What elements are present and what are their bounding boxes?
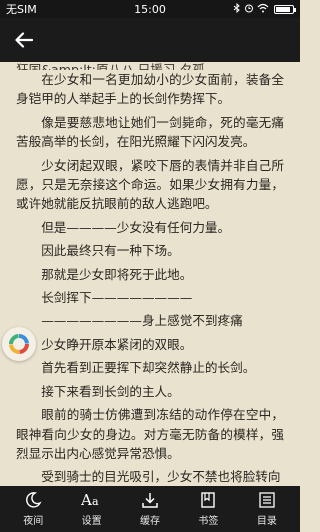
top-nav-bar [0,18,300,62]
cache-label: 缓存 [140,516,161,527]
toc-button[interactable]: 目录 [238,486,296,532]
paragraph: ————————身上感觉不到疼痛 [41,313,243,329]
paragraph: 少女闭起双眼，紧咬下唇的表情并非自己所愿，只是无奈接这个命运。如果少女拥有力量，… [16,157,284,212]
paragraph: 眼前的骑士仿佛遭到冻结的动作停在空中，眼神看向少女的身边。对方毫无防备的模样，强… [16,407,284,461]
paragraph: 接下来看到长剑的主人。 [41,383,180,399]
paragraph: 那就是少女即将死于此地。 [41,266,193,282]
partial-line: 狂国&amp;lt;原八ハ 只援习 夕孤 [16,62,205,70]
back-arrow-icon [15,32,33,48]
paragraph: 长剑挥下———————— [41,290,193,306]
night-mode-button[interactable]: 夜间 [4,486,62,532]
battery-icon [274,4,296,14]
paragraph: 像是要慈悲地让她们一剑毙命，死的毫无痛苦般高举的长剑，在阳光照耀下闪闪发亮。 [16,114,284,150]
bookmark-label: 书签 [198,516,219,527]
bluetooth-icon [233,2,241,16]
toc-label: 目录 [256,516,277,527]
back-button[interactable] [12,28,36,52]
svg-text:a: a [92,495,99,508]
paragraph: 少女睁开原本紧闭的双眼。 [41,336,193,352]
svg-text:A: A [81,491,92,509]
font-settings-icon: A a [81,491,99,509]
night-mode-label: 夜间 [23,516,44,527]
paragraph: 在少女和一名更加幼小的少女面前，装备全身铠甲的人举起手上的长剑作势挥下。 [16,72,284,107]
status-icons [233,2,296,16]
settings-label: 设置 [81,516,102,527]
bookmark-button[interactable]: 书签 [179,486,237,532]
paragraph: 因此最终只有一种下场。 [41,243,180,259]
paragraph: 受到骑士的目光吸引，少女不禁也将脸转向 [41,469,281,485]
paragraph: 首先看到正要挥下却突然静止的长剑。 [41,360,256,376]
cache-button[interactable]: 缓存 [121,486,179,532]
wifi-icon [257,3,269,16]
floating-assistant-button[interactable] [2,327,36,361]
reader-content[interactable]: 狂国&amp;lt;原八ハ 只援习 夕孤 在少女和一名更加幼小的少女面前，装备全… [0,62,300,486]
carrier-label: 无SIM [6,3,37,16]
download-icon [142,493,158,508]
list-icon [259,492,275,508]
bottom-toolbar: 夜间 A a 设置 缓存 书签 目录 [0,486,300,532]
settings-button[interactable]: A a 设置 [62,486,120,532]
status-bar: 无SIM 15:00 [0,0,300,18]
moon-icon [26,492,42,508]
paragraph: 但是————少女没有任何力量。 [41,219,231,235]
bookmark-icon [201,492,216,508]
alarm-icon [244,3,254,16]
clock: 15:00 [134,2,166,16]
ring-chart-icon [9,334,29,354]
